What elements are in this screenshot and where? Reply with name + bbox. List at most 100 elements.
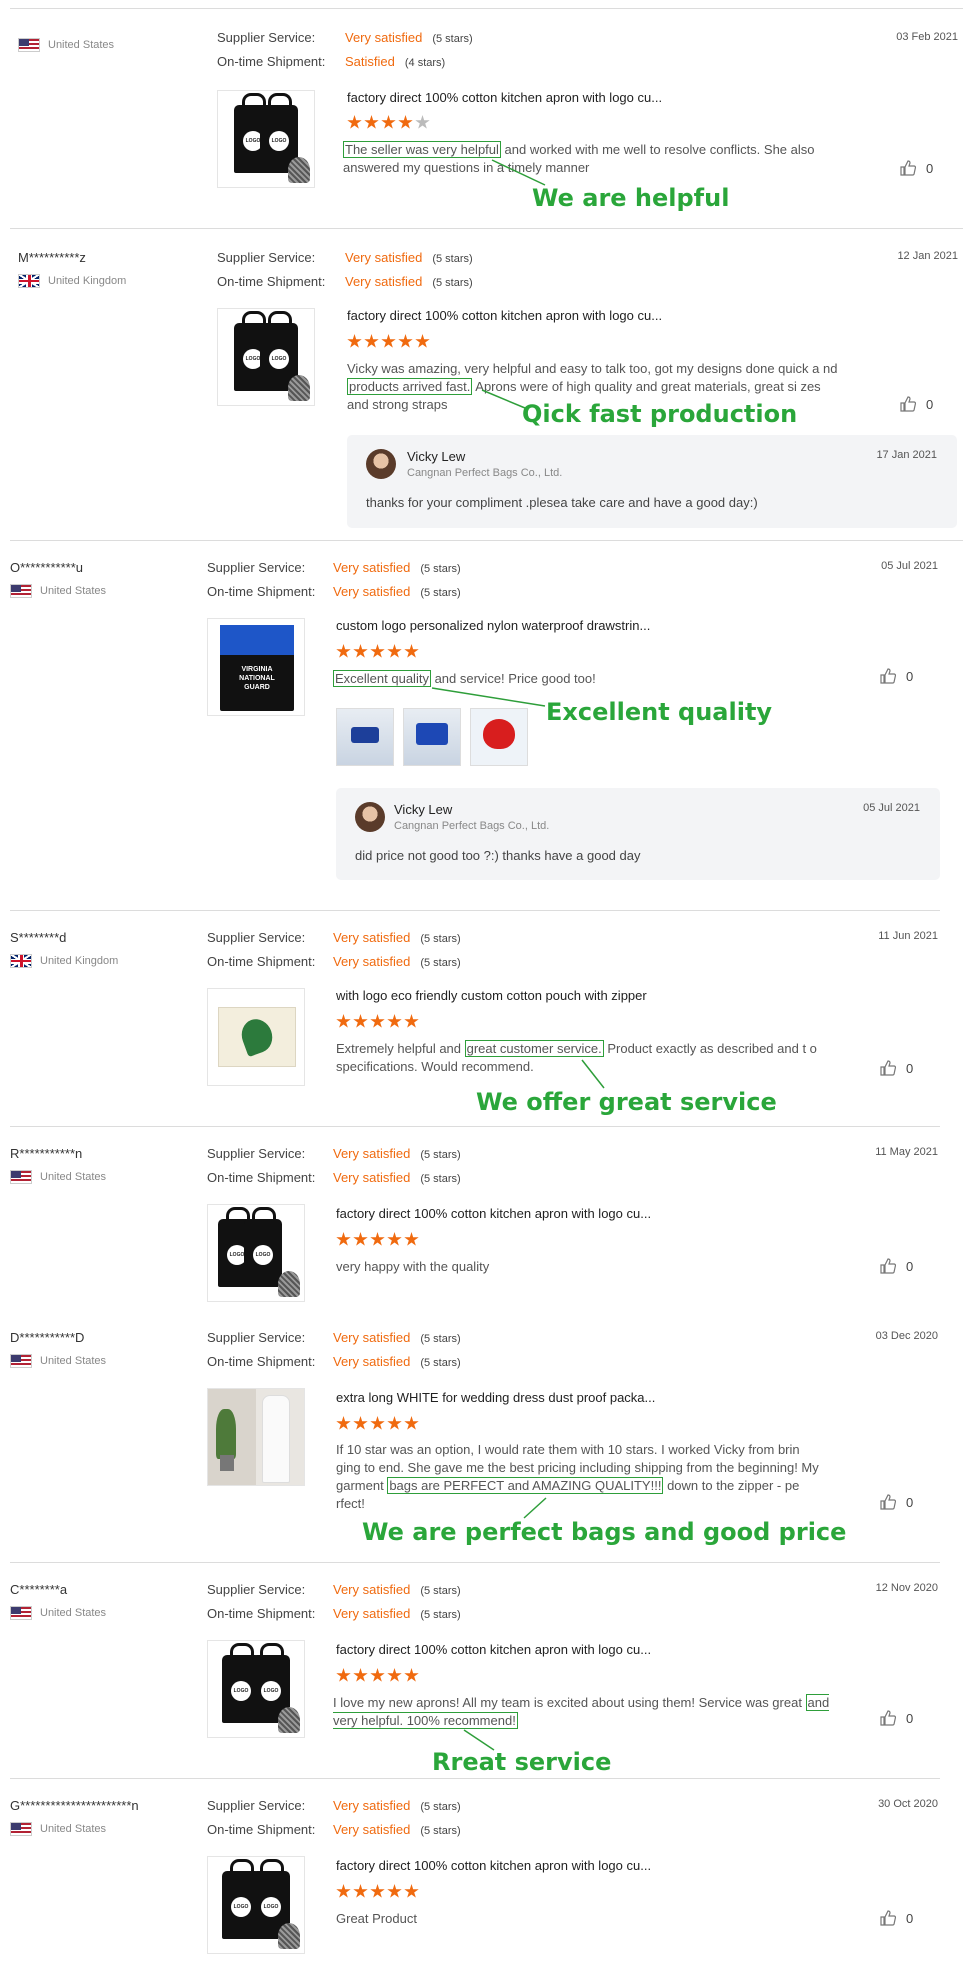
buyer-name: M**********z [18, 250, 86, 265]
supplier-service-value: Very satisfied (5 stars) [333, 930, 461, 945]
review-highlight: bags are PERFECT and AMAZING QUALITY!!! [387, 1477, 664, 1494]
buyer-country: United States [10, 1822, 106, 1836]
shipment-value: Very satisfied (5 stars) [333, 1170, 461, 1185]
buyer-country: United States [10, 1170, 106, 1184]
reply-message: did price not good too ?:) thanks have a… [355, 848, 641, 863]
reply-message: thanks for your compliment .plesea take … [366, 495, 758, 510]
like-button[interactable]: 0 [900, 160, 933, 176]
review-highlight: great customer service. [464, 1040, 604, 1057]
rating-stars [347, 334, 430, 349]
avatar [355, 802, 385, 832]
product-title-link[interactable]: factory direct 100% cotton kitchen apron… [347, 308, 662, 323]
like-button[interactable]: 0 [900, 396, 933, 412]
buyer-country: United States [10, 1606, 106, 1620]
product-thumbnail[interactable]: LOGO LOGO [207, 1640, 305, 1738]
product-title-link[interactable]: custom logo personalized nylon waterproo… [336, 618, 650, 633]
reply-date: 17 Jan 2021 [876, 449, 937, 461]
rating-stars [336, 1232, 419, 1247]
supplier-service-label: Supplier Service: [217, 30, 316, 45]
product-title-link[interactable]: extra long WHITE for wedding dress dust … [336, 1390, 655, 1405]
us-flag-icon [10, 584, 32, 598]
like-button[interactable]: 0 [880, 1258, 913, 1274]
star-icon [336, 1416, 351, 1430]
shipment-label: On-time Shipment: [207, 1822, 316, 1837]
divider [10, 1562, 940, 1563]
product-thumbnail[interactable]: LOGO LOGO [217, 90, 315, 188]
buyer-name: R***********n [10, 1146, 83, 1161]
supplier-service-label: Supplier Service: [207, 1146, 306, 1161]
rating-stars [336, 1668, 419, 1683]
supplier-service-label: Supplier Service: [207, 1798, 306, 1813]
us-flag-icon [10, 1822, 32, 1836]
uk-flag-icon [10, 954, 32, 968]
star-icon [370, 1232, 385, 1246]
thumb-up-icon [880, 1710, 896, 1726]
star-icon [387, 644, 402, 658]
buyer-name: C********a [10, 1582, 68, 1597]
supplier-service-value: Very satisfied (5 stars) [333, 1330, 461, 1345]
supplier-service-value: Very satisfied (5 stars) [333, 1582, 461, 1597]
star-icon [398, 115, 413, 129]
buyer-name: D***********D [10, 1330, 85, 1345]
star-icon [387, 1232, 402, 1246]
star-icon [398, 334, 413, 348]
review-text: If 10 star was an option, I would rate t… [336, 1442, 819, 1511]
buyer-country: United States [18, 38, 114, 52]
like-button[interactable]: 0 [880, 668, 913, 684]
star-icon [381, 334, 396, 348]
star-icon [387, 1014, 402, 1028]
star-icon [404, 1232, 419, 1246]
like-button[interactable]: 0 [880, 1494, 913, 1510]
product-thumbnail[interactable] [207, 988, 305, 1086]
product-thumbnail[interactable]: LOGO LOGO [207, 1856, 305, 1954]
product-title-link[interactable]: factory direct 100% cotton kitchen apron… [347, 90, 662, 105]
product-title-link[interactable]: factory direct 100% cotton kitchen apron… [336, 1642, 651, 1657]
rating-stars [336, 1014, 419, 1029]
supplier-service-value: Very satisfied (5 stars) [333, 560, 461, 575]
review-photo[interactable] [336, 708, 394, 766]
rating-stars [336, 1416, 419, 1431]
supplier-service-value: Very satisfied (5 stars) [333, 1798, 461, 1813]
product-title-link[interactable]: factory direct 100% cotton kitchen apron… [336, 1858, 651, 1873]
star-icon [404, 1416, 419, 1430]
star-empty-icon [415, 115, 430, 129]
star-icon [387, 1416, 402, 1430]
annotation-callout: We are helpful [532, 184, 730, 212]
star-icon [336, 1232, 351, 1246]
star-icon [415, 334, 430, 348]
review-photo[interactable] [403, 708, 461, 766]
star-icon [404, 1668, 419, 1682]
like-button[interactable]: 0 [880, 1060, 913, 1076]
shipment-label: On-time Shipment: [207, 1354, 316, 1369]
product-title-link[interactable]: factory direct 100% cotton kitchen apron… [336, 1206, 651, 1221]
star-icon [370, 1884, 385, 1898]
review-photo[interactable] [470, 708, 528, 766]
product-title-link[interactable]: with logo eco friendly custom cotton pou… [336, 988, 647, 1003]
supplier-reply: Vicky Lew Cangnan Perfect Bags Co., Ltd.… [336, 788, 940, 880]
shipment-label: On-time Shipment: [207, 1170, 316, 1185]
buyer-country: United States [10, 1354, 106, 1368]
supplier-service-label: Supplier Service: [207, 560, 306, 575]
review-highlight: products arrived fast. [347, 378, 473, 395]
star-icon [404, 1014, 419, 1028]
buyer-country: United Kingdom [18, 274, 126, 288]
product-thumbnail[interactable]: VIRGINIA NATIONAL GUARD [207, 618, 305, 716]
product-thumbnail[interactable]: LOGO LOGO [217, 308, 315, 406]
reply-company: Cangnan Perfect Bags Co., Ltd. [394, 820, 550, 832]
us-flag-icon [18, 38, 40, 52]
review-date: 03 Dec 2020 [875, 1330, 938, 1342]
buyer-country: United Kingdom [10, 954, 118, 968]
star-icon [336, 1884, 351, 1898]
buyer-name: S********d [10, 930, 67, 945]
uk-flag-icon [18, 274, 40, 288]
supplier-service-label: Supplier Service: [217, 250, 316, 265]
thumb-up-icon [880, 668, 896, 684]
supplier-service-label: Supplier Service: [207, 930, 306, 945]
product-thumbnail[interactable]: LOGO LOGO [207, 1204, 305, 1302]
like-button[interactable]: 0 [880, 1710, 913, 1726]
buyer-name: O***********u [10, 560, 83, 575]
like-button[interactable]: 0 [880, 1910, 913, 1926]
star-icon [353, 1014, 368, 1028]
product-thumbnail[interactable] [207, 1388, 305, 1486]
buyer-country: United States [10, 584, 106, 598]
